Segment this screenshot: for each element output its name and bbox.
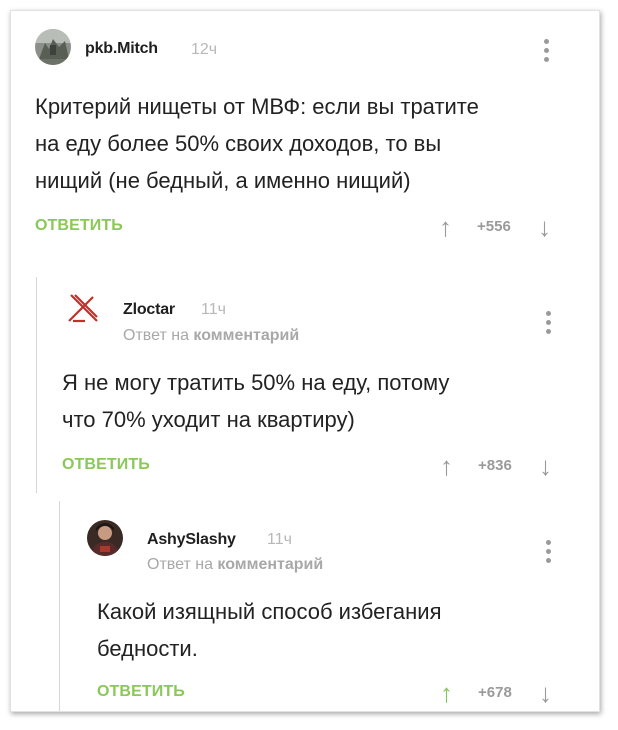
reply-to-prefix: Ответ на <box>147 556 213 573</box>
comment-text: Какой изящный способ избегания бедности. <box>97 599 442 661</box>
more-vertical-icon <box>536 39 556 62</box>
arrow-down-icon: ↓ <box>538 212 551 242</box>
comment-text: Критерий нищеты от МВФ: если вы тратите … <box>35 94 479 193</box>
reply-button[interactable]: ОТВЕТИТЬ <box>97 683 185 701</box>
avatar-photo-icon <box>87 520 123 556</box>
reply-to-label: Ответ на комментарий <box>123 327 299 345</box>
arrow-down-icon: ↓ <box>539 678 552 708</box>
comment-ashyslashy: AshySlashy 11ч Ответ на комментарий Како… <box>59 501 599 711</box>
comment-time: 11ч <box>201 301 226 318</box>
reply-to-label: Ответ на комментарий <box>147 556 323 574</box>
more-options-button[interactable] <box>538 537 558 565</box>
comment-time: 12ч <box>191 41 218 58</box>
avatar[interactable] <box>65 291 101 327</box>
comment-rating: +836 <box>478 457 512 474</box>
arrow-up-icon: ↑ <box>439 212 452 242</box>
zloctar-logo-icon <box>68 294 98 323</box>
comment-rating: +678 <box>478 684 512 701</box>
username[interactable]: AshySlashy <box>147 531 236 549</box>
downvote-button[interactable]: ↓ <box>539 680 552 706</box>
downvote-button[interactable]: ↓ <box>539 453 552 479</box>
arrow-down-icon: ↓ <box>539 451 552 481</box>
avatar-photo-icon <box>35 29 71 65</box>
arrow-up-icon: ↑ <box>440 678 453 708</box>
more-vertical-icon <box>538 311 558 334</box>
downvote-button[interactable]: ↓ <box>538 214 551 240</box>
reply-to-link[interactable]: комментарий <box>193 327 299 344</box>
comment-text: Я не могу тратить 50% на еду, потому что… <box>62 370 450 432</box>
upvote-button[interactable]: ↑ <box>439 214 452 240</box>
more-vertical-icon <box>538 540 558 563</box>
reply-button[interactable]: ОТВЕТИТЬ <box>35 217 123 235</box>
username[interactable]: Zloctar <box>123 301 175 319</box>
more-options-button[interactable] <box>538 308 558 336</box>
username[interactable]: pkb.Mitch <box>85 40 158 58</box>
comment-pkb-mitch: pkb.Mitch 12ч Критерий нищеты от МВФ: ес… <box>11 11 599 261</box>
arrow-up-icon: ↑ <box>440 451 453 481</box>
avatar[interactable] <box>87 520 123 556</box>
comment-zloctar: Zloctar 11ч Ответ на комментарий Я не мо… <box>36 277 599 493</box>
reply-to-link[interactable]: комментарий <box>217 556 323 573</box>
upvote-button[interactable]: ↑ <box>440 680 453 706</box>
reply-button[interactable]: ОТВЕТИТЬ <box>62 456 150 474</box>
avatar[interactable] <box>35 29 71 65</box>
reply-to-prefix: Ответ на <box>123 327 189 344</box>
comment-time: 11ч <box>267 531 292 548</box>
more-options-button[interactable] <box>536 36 556 64</box>
comment-thread: pkb.Mitch 12ч Критерий нищеты от МВФ: ес… <box>10 10 600 712</box>
comment-rating: +556 <box>477 218 511 235</box>
upvote-button[interactable]: ↑ <box>440 453 453 479</box>
